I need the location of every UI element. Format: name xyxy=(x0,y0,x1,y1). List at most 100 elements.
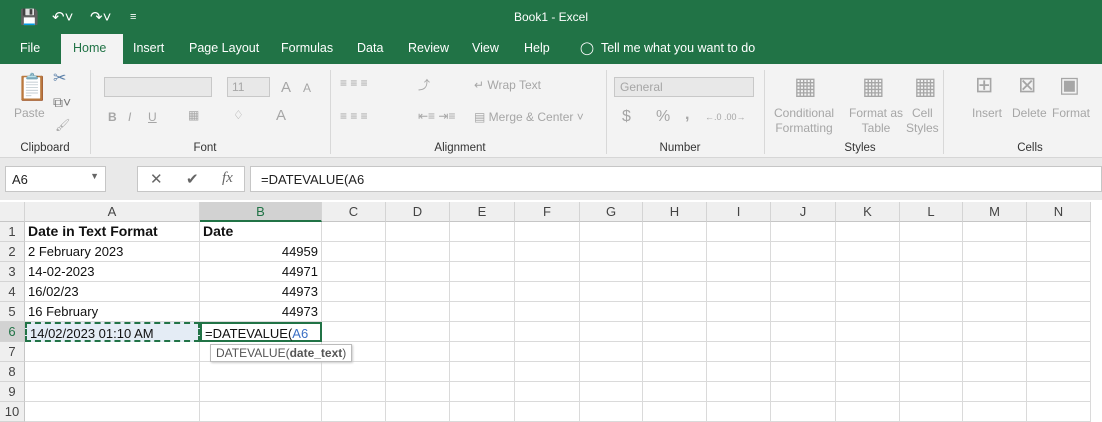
row-header-1[interactable]: 1 xyxy=(0,222,25,242)
cell-j1[interactable] xyxy=(771,222,836,242)
cell-g6[interactable] xyxy=(580,322,643,342)
cell-f7[interactable] xyxy=(515,342,580,362)
tooltip-argument[interactable]: date_text xyxy=(290,346,343,360)
cell-j2[interactable] xyxy=(771,242,836,262)
comma-button[interactable]: , xyxy=(685,106,689,124)
font-name-select[interactable] xyxy=(104,77,212,97)
conditional-formatting-icon[interactable]: ▦ xyxy=(794,72,817,101)
merge-center-button[interactable]: ▤ Merge & Center ˅ xyxy=(474,110,584,124)
cell-m3[interactable] xyxy=(963,262,1027,282)
cell-k7[interactable] xyxy=(836,342,900,362)
paste-icon[interactable]: 📋 xyxy=(16,72,48,103)
font-size-select[interactable]: 11 xyxy=(227,77,270,97)
cell-i1[interactable] xyxy=(707,222,771,242)
cell-b2[interactable]: 44959 xyxy=(200,242,322,262)
cell-g1[interactable] xyxy=(580,222,643,242)
cell-l2[interactable] xyxy=(900,242,963,262)
conditional-formatting-button[interactable]: Conditional Formatting xyxy=(774,106,834,136)
cell-n1[interactable] xyxy=(1027,222,1091,242)
cell-e5[interactable] xyxy=(450,302,515,322)
cell-d7[interactable] xyxy=(386,342,450,362)
tab-insert[interactable]: Insert xyxy=(121,34,176,64)
cell-d4[interactable] xyxy=(386,282,450,302)
column-header-g[interactable]: G xyxy=(580,202,643,222)
row-header-9[interactable]: 9 xyxy=(0,382,25,402)
row-header-10[interactable]: 10 xyxy=(0,402,25,422)
cell-c9[interactable] xyxy=(322,382,386,402)
cell-h10[interactable] xyxy=(643,402,707,422)
bold-button[interactable]: B xyxy=(108,110,117,124)
tab-data[interactable]: Data xyxy=(345,34,395,64)
cell-f3[interactable] xyxy=(515,262,580,282)
cell-j5[interactable] xyxy=(771,302,836,322)
cell-i2[interactable] xyxy=(707,242,771,262)
cell-g7[interactable] xyxy=(580,342,643,362)
cell-l4[interactable] xyxy=(900,282,963,302)
column-header-i[interactable]: I xyxy=(707,202,771,222)
cell-g10[interactable] xyxy=(580,402,643,422)
format-as-table-icon[interactable]: ▦ xyxy=(862,72,885,101)
cell-d5[interactable] xyxy=(386,302,450,322)
cell-g3[interactable] xyxy=(580,262,643,282)
cell-g5[interactable] xyxy=(580,302,643,322)
delete-cells-icon[interactable]: ⊠ xyxy=(1018,72,1036,98)
italic-button[interactable]: I xyxy=(128,110,131,124)
formula-input[interactable]: =DATEVALUE(A6 xyxy=(250,166,1102,192)
cell-a9[interactable] xyxy=(25,382,200,402)
cell-d1[interactable] xyxy=(386,222,450,242)
cell-b8[interactable] xyxy=(200,362,322,382)
row-header-6[interactable]: 6 xyxy=(0,322,25,342)
cell-a5[interactable]: 16 February xyxy=(25,302,200,322)
cell-h7[interactable] xyxy=(643,342,707,362)
cell-e6[interactable] xyxy=(450,322,515,342)
tab-home[interactable]: Home xyxy=(61,34,123,64)
cell-d10[interactable] xyxy=(386,402,450,422)
cell-h2[interactable] xyxy=(643,242,707,262)
cell-i3[interactable] xyxy=(707,262,771,282)
cell-e1[interactable] xyxy=(450,222,515,242)
indent-icon[interactable]: ⇤≡ ⇥≡ xyxy=(418,109,455,123)
cell-k5[interactable] xyxy=(836,302,900,322)
cell-f2[interactable] xyxy=(515,242,580,262)
cell-k4[interactable] xyxy=(836,282,900,302)
cell-j6[interactable] xyxy=(771,322,836,342)
orientation-icon[interactable]: ⤴ xyxy=(418,76,430,93)
cell-c10[interactable] xyxy=(322,402,386,422)
row-header-2[interactable]: 2 xyxy=(0,242,25,262)
cell-a4[interactable]: 16/02/23 xyxy=(25,282,200,302)
cell-g8[interactable] xyxy=(580,362,643,382)
tab-file[interactable]: File xyxy=(8,34,52,64)
cell-g4[interactable] xyxy=(580,282,643,302)
column-header-h[interactable]: H xyxy=(643,202,707,222)
cell-j3[interactable] xyxy=(771,262,836,282)
row-header-3[interactable]: 3 xyxy=(0,262,25,282)
cell-h4[interactable] xyxy=(643,282,707,302)
cell-m2[interactable] xyxy=(963,242,1027,262)
cell-b3[interactable]: 44971 xyxy=(200,262,322,282)
cell-i9[interactable] xyxy=(707,382,771,402)
select-all-corner[interactable] xyxy=(0,202,25,222)
format-painter-icon[interactable]: 🖌 xyxy=(55,118,70,132)
cell-k2[interactable] xyxy=(836,242,900,262)
underline-button[interactable]: U xyxy=(148,110,157,124)
cell-i7[interactable] xyxy=(707,342,771,362)
cell-i6[interactable] xyxy=(707,322,771,342)
cell-l1[interactable] xyxy=(900,222,963,242)
cell-d2[interactable] xyxy=(386,242,450,262)
cell-e2[interactable] xyxy=(450,242,515,262)
cell-n7[interactable] xyxy=(1027,342,1091,362)
cell-n2[interactable] xyxy=(1027,242,1091,262)
cell-b5[interactable]: 44973 xyxy=(200,302,322,322)
cell-b1[interactable]: Date xyxy=(200,222,322,242)
cell-c6[interactable] xyxy=(322,322,386,342)
cell-g2[interactable] xyxy=(580,242,643,262)
cell-d9[interactable] xyxy=(386,382,450,402)
tab-view[interactable]: View xyxy=(460,34,511,64)
insert-function-icon[interactable]: fx xyxy=(222,170,233,187)
cell-m4[interactable] xyxy=(963,282,1027,302)
row-header-5[interactable]: 5 xyxy=(0,302,25,322)
delete-cells-button[interactable]: Delete xyxy=(1012,106,1047,120)
cell-d6[interactable] xyxy=(386,322,450,342)
tab-help[interactable]: Help xyxy=(512,34,562,64)
percent-button[interactable]: % xyxy=(656,108,670,126)
